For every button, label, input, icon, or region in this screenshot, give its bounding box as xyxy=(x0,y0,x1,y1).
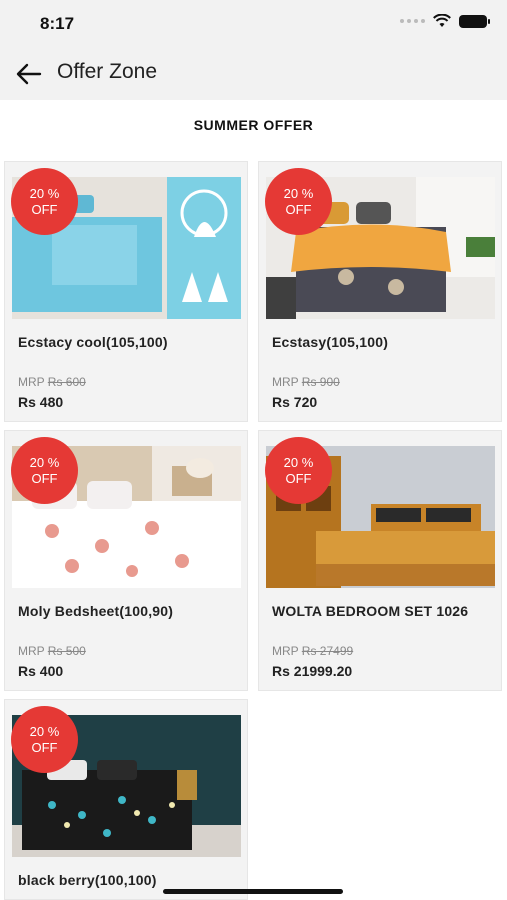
product-price: Rs 21999.20 xyxy=(272,663,353,679)
product-card[interactable]: 20 % OFF Moly Bedsheet(100,90) MRP Rs 50… xyxy=(4,430,248,691)
mrp-label: MRP xyxy=(18,375,45,389)
product-mrp: MRP Rs 900 xyxy=(272,375,340,389)
discount-percent: 20 % xyxy=(29,185,60,201)
product-card[interactable]: 20 % OFF black berry(100,100) xyxy=(4,699,248,900)
discount-badge: 20 % OFF xyxy=(11,168,78,235)
mrp-label: MRP xyxy=(272,644,299,658)
product-name: black berry(100,100) xyxy=(18,872,157,888)
discount-badge: 20 % OFF xyxy=(11,437,78,504)
mrp-value: Rs 500 xyxy=(47,644,86,658)
product-name: WOLTA BEDROOM SET 1026 xyxy=(272,603,469,619)
product-mrp: MRP Rs 600 xyxy=(18,375,86,389)
mrp-label: MRP xyxy=(18,644,45,658)
product-card[interactable]: 20 % OFF Ecstacy cool(105,100) MRP Rs 60… xyxy=(4,161,248,422)
product-price: Rs 480 xyxy=(18,394,64,410)
product-mrp: MRP Rs 500 xyxy=(18,644,86,658)
discount-percent: 20 % xyxy=(29,454,60,470)
mrp-value: Rs 900 xyxy=(301,375,340,389)
product-card[interactable]: 20 % OFF Ecstasy(105,100) MRP Rs 900 Rs … xyxy=(258,161,502,422)
discount-badge: 20 % OFF xyxy=(11,706,78,773)
discount-badge: 20 % OFF xyxy=(265,437,332,504)
discount-percent: 20 % xyxy=(283,185,314,201)
product-name: Ecstacy cool(105,100) xyxy=(18,334,168,350)
product-mrp: MRP Rs 27499 xyxy=(272,644,353,658)
discount-off: OFF xyxy=(285,470,312,486)
product-name: Moly Bedsheet(100,90) xyxy=(18,603,174,619)
product-price: Rs 720 xyxy=(272,394,318,410)
mrp-label: MRP xyxy=(272,375,299,389)
product-grid: 20 % OFF Ecstacy cool(105,100) MRP Rs 60… xyxy=(0,0,507,900)
discount-percent: 20 % xyxy=(29,723,60,739)
discount-off: OFF xyxy=(31,201,58,217)
discount-off: OFF xyxy=(285,201,312,217)
mrp-value: Rs 27499 xyxy=(301,644,354,658)
mrp-value: Rs 600 xyxy=(47,375,86,389)
discount-percent: 20 % xyxy=(283,454,314,470)
discount-badge: 20 % OFF xyxy=(265,168,332,235)
discount-off: OFF xyxy=(31,739,58,755)
discount-off: OFF xyxy=(31,470,58,486)
product-name: Ecstasy(105,100) xyxy=(272,334,389,350)
product-price: Rs 400 xyxy=(18,663,64,679)
home-indicator xyxy=(163,889,343,894)
product-card[interactable]: 20 % OFF WOLTA BEDROOM SET 1026 MRP Rs 2… xyxy=(258,430,502,691)
